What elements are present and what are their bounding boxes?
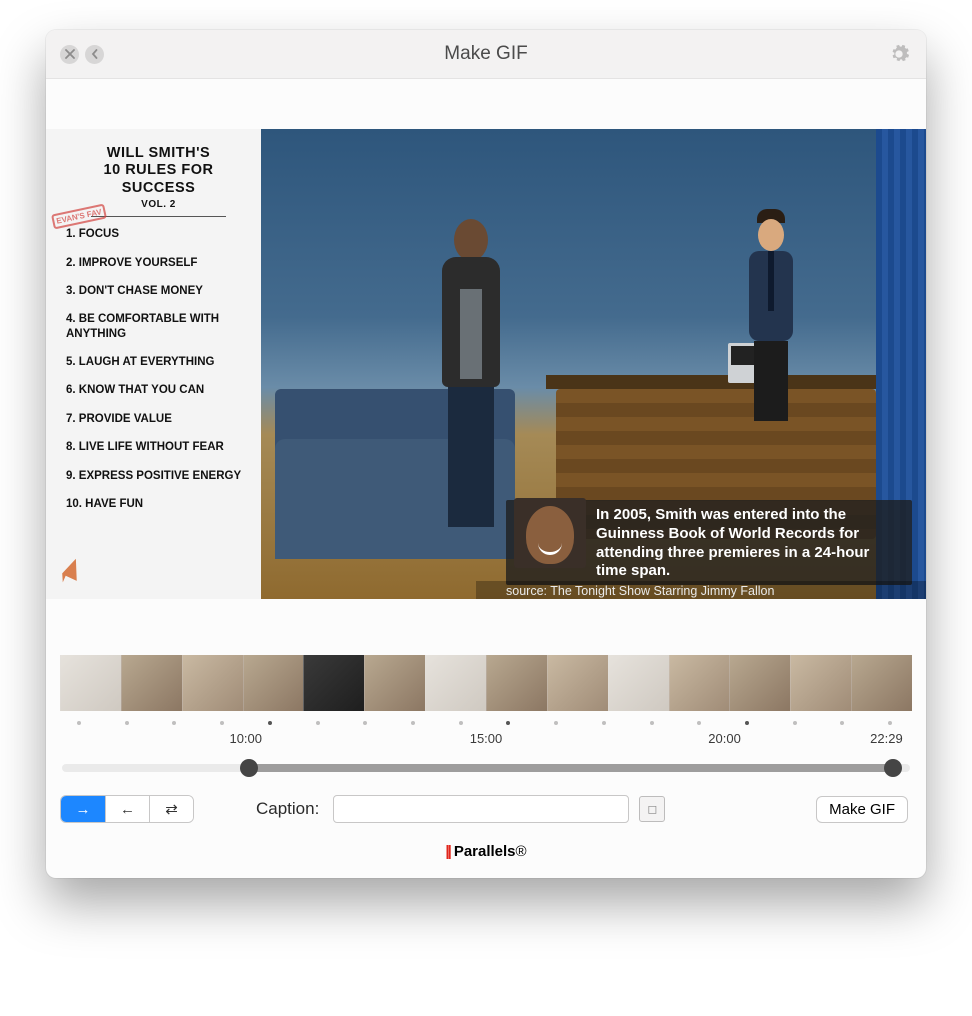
paper-plane-icon — [48, 559, 79, 586]
list-item: 3. DON'T CHASE MONEY — [66, 284, 251, 298]
caption-label: Caption: — [256, 799, 319, 819]
source-strip: source: The Tonight Show Starring Jimmy … — [476, 581, 926, 599]
range-slider[interactable] — [62, 759, 910, 777]
brand-text: Parallels — [454, 843, 516, 860]
timeline-labels: 10:00 15:00 20:00 22:29 — [60, 731, 912, 749]
time-label: 20:00 — [708, 731, 741, 746]
list-item: 5. LAUGH AT EVERYTHING — [66, 355, 251, 369]
title-bar: Make GIF — [46, 30, 926, 79]
range-fill — [249, 764, 894, 772]
list-item: 4. BE COMFORTABLE WITH ANYTHING — [66, 312, 251, 341]
direction-back-button[interactable]: ← — [105, 796, 149, 822]
list-item: 10. HAVE FUN — [66, 497, 251, 511]
range-handle-end[interactable] — [884, 759, 902, 777]
panel-title-2: 10 RULES FOR SUCCESS — [66, 162, 251, 197]
timeline: 10:00 15:00 20:00 22:29 — [46, 599, 926, 777]
video-frame: In 2005, Smith was entered into the Guin… — [261, 129, 926, 599]
emoji-picker-button[interactable]: ◻ — [639, 796, 665, 822]
list-item: 1. FOCUS — [66, 227, 251, 241]
list-item: 9. EXPRESS POSITIVE ENERGY — [66, 469, 251, 483]
panel-title-1: WILL SMITH'S — [66, 145, 251, 162]
app-window: Make GIF WILL SMITH'S 10 RULES FOR SUCCE… — [46, 30, 926, 878]
fact-text: In 2005, Smith was entered into the Guin… — [596, 506, 869, 579]
caption-input[interactable] — [333, 795, 629, 823]
fact-caption: In 2005, Smith was entered into the Guin… — [506, 500, 912, 585]
time-label: 15:00 — [470, 731, 503, 746]
direction-both-button[interactable]: ⇄ — [149, 796, 193, 822]
timeline-thumbnails[interactable] — [60, 655, 912, 711]
preview-side-panel: WILL SMITH'S 10 RULES FOR SUCCESS VOL. 2… — [46, 129, 261, 599]
brand-mark: ® — [516, 843, 527, 860]
time-label: 22:29 — [870, 731, 903, 746]
gear-icon[interactable] — [888, 43, 910, 65]
list-item: 6. KNOW THAT YOU CAN — [66, 383, 251, 397]
window-title: Make GIF — [46, 43, 926, 65]
source-text: source: The Tonight Show Starring Jimmy … — [506, 584, 774, 598]
list-item: 2. IMPROVE YOURSELF — [66, 256, 251, 270]
direction-forward-button[interactable]: → — [61, 796, 105, 822]
brand-footer: || Parallels® — [46, 833, 926, 878]
range-handle-start[interactable] — [240, 759, 258, 777]
parallels-logo-icon: || — [445, 843, 449, 860]
make-gif-button[interactable]: Make GIF — [816, 796, 908, 823]
timeline-ticks — [60, 717, 912, 729]
avatar — [514, 498, 586, 568]
video-preview: WILL SMITH'S 10 RULES FOR SUCCESS VOL. 2… — [46, 129, 926, 599]
controls-row: → ← ⇄ Caption: ◻ Make GIF — [46, 777, 926, 833]
list-item: 8. LIVE LIFE WITHOUT FEAR — [66, 440, 251, 454]
list-item: 7. PROVIDE VALUE — [66, 412, 251, 426]
direction-segment: → ← ⇄ — [60, 795, 194, 823]
time-label: 10:00 — [229, 731, 262, 746]
